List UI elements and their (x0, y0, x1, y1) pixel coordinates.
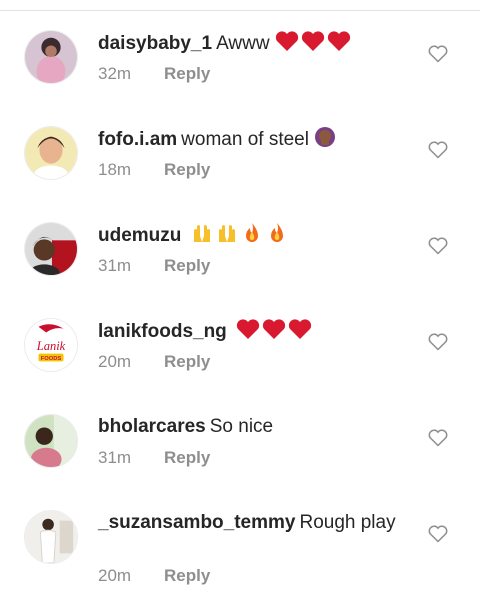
comment-username[interactable]: bholarcares (98, 416, 206, 437)
comment-text: _suzansambo_temmy Rough play (98, 510, 418, 535)
like-heart-icon[interactable] (428, 333, 448, 351)
comment-text: daisybaby_1 Awww (98, 30, 418, 56)
avatar[interactable]: Lanik FOODS (24, 318, 78, 372)
raised-hands-icon (218, 225, 235, 242)
comment-time: 20m (98, 566, 132, 585)
comment-body: Awww (216, 33, 270, 54)
reply-button[interactable]: Reply (164, 64, 210, 83)
comment-username[interactable]: udemuzu (98, 225, 181, 246)
comment-username[interactable]: fofo.i.am (98, 129, 177, 150)
heart-emoji-group (231, 319, 314, 342)
avatar[interactable] (24, 414, 78, 468)
reply-button[interactable]: Reply (164, 160, 210, 179)
comment-meta: 20m Reply (98, 566, 210, 586)
heart-emoji-group (270, 31, 353, 54)
comment-time: 31m (98, 256, 132, 275)
comment-text: bholarcares So nice (98, 414, 418, 439)
like-heart-icon[interactable] (428, 45, 448, 63)
avatar[interactable] (24, 30, 78, 84)
comment-body: woman of steel (181, 129, 309, 150)
comment-body: So nice (209, 416, 274, 437)
comment-time: 20m (98, 352, 132, 371)
avatar[interactable] (24, 126, 78, 180)
like-heart-icon[interactable] (428, 237, 448, 255)
comment-body: Rough play (299, 512, 396, 533)
top-divider (0, 0, 480, 11)
comment-time: 32m (98, 64, 132, 83)
comment-username[interactable]: lanikfoods_ng (98, 321, 227, 342)
like-heart-icon[interactable] (428, 525, 448, 543)
reply-button[interactable]: Reply (164, 566, 210, 585)
comment-text: udemuzu (98, 222, 418, 248)
comment-time: 31m (98, 448, 132, 467)
comment-username[interactable]: daisybaby_1 (98, 33, 212, 54)
like-heart-icon[interactable] (428, 429, 448, 447)
facepalm-emoji (315, 127, 336, 147)
comment-text: lanikfoods_ng (98, 318, 418, 344)
fire-icon (245, 223, 258, 242)
fire-icon (270, 223, 283, 242)
avatar[interactable] (24, 222, 78, 276)
lanik-foods-logo: Lanik FOODS (25, 319, 77, 371)
comment-time: 18m (98, 160, 132, 179)
comment-text: fofo.i.am woman of steel (98, 126, 418, 152)
like-heart-icon[interactable] (428, 141, 448, 159)
reply-button[interactable]: Reply (164, 352, 210, 371)
comment-meta: 31m Reply (98, 448, 210, 468)
raised-hands-icon (193, 225, 210, 242)
avatar[interactable] (24, 510, 78, 564)
svg-text:FOODS: FOODS (41, 356, 62, 362)
comment-meta: 20m Reply (98, 352, 210, 372)
svg-text:Lanik: Lanik (36, 339, 66, 353)
reply-button[interactable]: Reply (164, 448, 210, 467)
comment-username[interactable]: _suzansambo_temmy (98, 512, 295, 533)
comment-meta: 31m Reply (98, 256, 210, 276)
comment-meta: 32m Reply (98, 64, 210, 84)
reply-button[interactable]: Reply (164, 256, 210, 275)
comment-meta: 18m Reply (98, 160, 210, 180)
